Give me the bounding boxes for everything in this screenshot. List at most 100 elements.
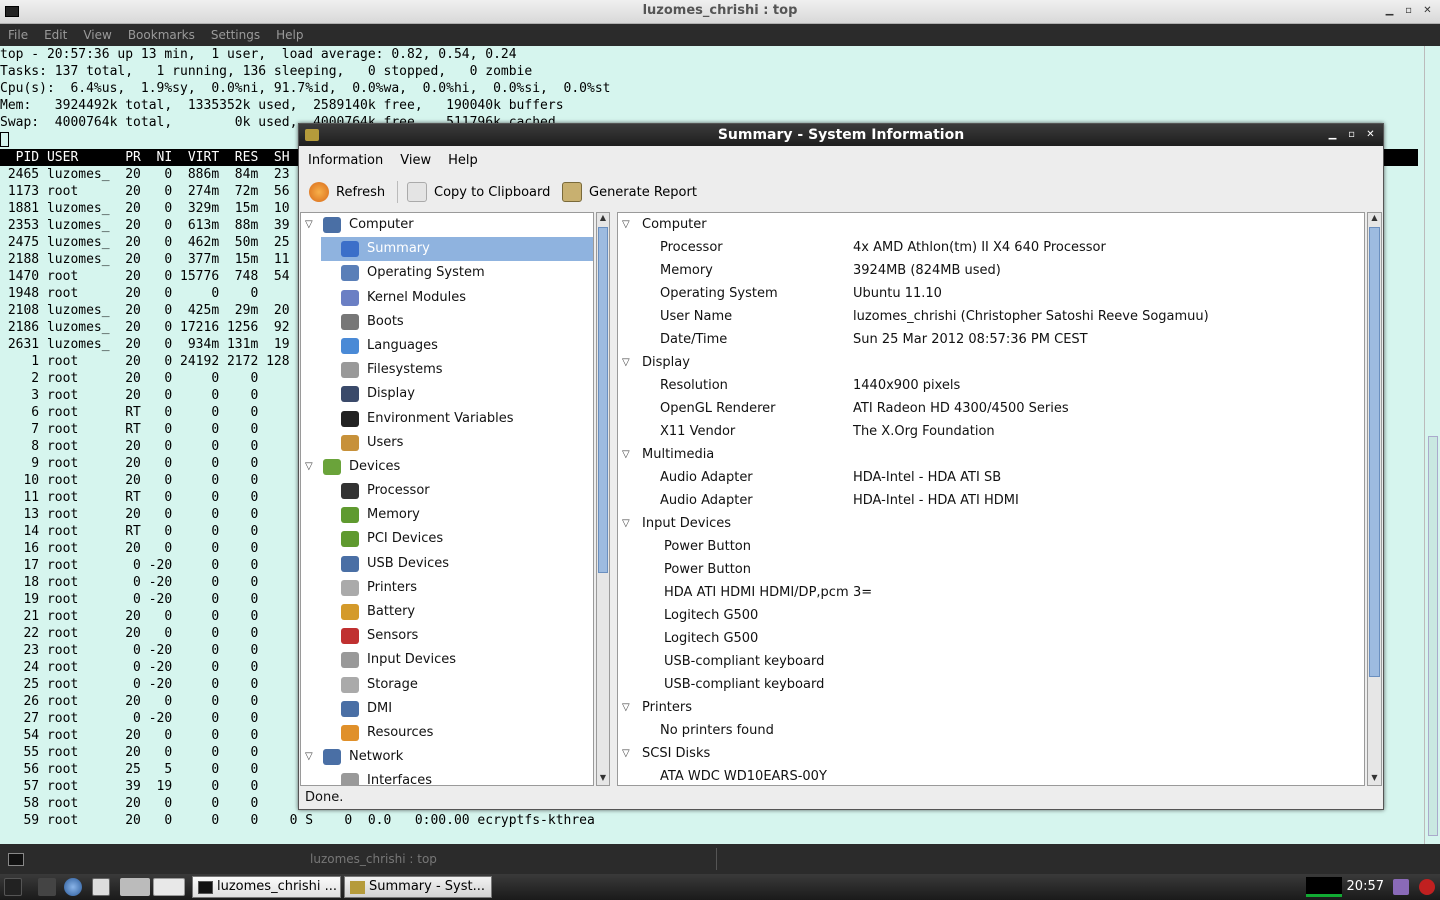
tree-item-input-devices[interactable]: Input Devices	[301, 648, 593, 672]
details-section[interactable]: ▽ Display	[618, 351, 1364, 374]
expand-arrow-icon[interactable]: ▽	[622, 213, 630, 236]
menu-settings[interactable]: Settings	[203, 25, 268, 45]
expand-arrow-icon[interactable]: ▽	[305, 745, 313, 769]
details-row[interactable]: USB-compliant keyboard	[618, 650, 1364, 673]
details-row[interactable]: Logitech G500	[618, 604, 1364, 627]
new-tab-icon[interactable]	[8, 853, 24, 866]
menu-bookmarks[interactable]: Bookmarks	[120, 25, 203, 45]
details-section[interactable]: ▽ Input Devices	[618, 512, 1364, 535]
minimize-icon[interactable]: ▁	[1326, 128, 1339, 142]
tree-scrollbar[interactable]: ▲ ▼	[596, 212, 610, 786]
details-row[interactable]: Audio Adapter HDA-Intel - HDA ATI SB	[618, 466, 1364, 489]
details-row[interactable]: USB-compliant keyboard	[618, 673, 1364, 696]
tree-item-languages[interactable]: Languages	[301, 334, 593, 358]
tree-item-computer[interactable]: ▽ Computer	[301, 213, 593, 237]
details-section[interactable]: ▽ Multimedia	[618, 443, 1364, 466]
details-row[interactable]: Processor 4x AMD Athlon(tm) II X4 640 Pro…	[618, 236, 1364, 259]
generate-report-button[interactable]: Generate Report	[562, 180, 697, 204]
details-row[interactable]: HDA ATI HDMI HDMI/DP,pcm 3=	[618, 581, 1364, 604]
close-icon[interactable]: ✕	[1421, 4, 1434, 18]
details-row[interactable]: Resolution 1440x900 pixels	[618, 374, 1364, 397]
expand-arrow-icon[interactable]: ▽	[622, 351, 630, 374]
maximize-icon[interactable]: ▫	[1402, 4, 1415, 18]
menu-view[interactable]: View	[391, 148, 439, 168]
tree-item-boots[interactable]: Boots	[301, 310, 593, 334]
menu-help[interactable]: Help	[268, 25, 311, 45]
details-row[interactable]: User Name luzomes_chrishi (Christopher Sa…	[618, 305, 1364, 328]
system-info-titlebar[interactable]: Summary - System Information ▁ ▫ ✕	[299, 124, 1383, 146]
details-row[interactable]: X11 Vendor The X.Org Foundation	[618, 420, 1364, 443]
category-tree[interactable]: ▽ Computer Summary Operating System Kernel M…	[300, 212, 594, 786]
tree-item-processor[interactable]: Processor	[301, 479, 593, 503]
user-icon[interactable]	[1393, 879, 1409, 895]
tree-item-usb-devices[interactable]: USB Devices	[301, 552, 593, 576]
details-row[interactable]: OpenGL Renderer ATI Radeon HD 4300/4500 S…	[618, 397, 1364, 420]
details-row[interactable]: Power Button	[618, 535, 1364, 558]
terminal-scroll-thumb[interactable]	[1428, 436, 1438, 836]
scroll-up-icon[interactable]: ▲	[1368, 213, 1381, 225]
tree-item-resources[interactable]: Resources	[301, 721, 593, 745]
menu-edit[interactable]: Edit	[36, 25, 75, 45]
details-row[interactable]: ATA WDC WD10EARS-00Y	[618, 765, 1364, 785]
expand-arrow-icon[interactable]: ▽	[305, 455, 313, 479]
details-row[interactable]: No printers found	[618, 719, 1364, 742]
details-panel[interactable]: ▽ Computer Processor 4x AMD Athlon(tm) II X…	[617, 212, 1365, 786]
tree-item-pci-devices[interactable]: PCI Devices	[301, 527, 593, 551]
clock[interactable]: 20:57	[1347, 879, 1384, 894]
details-scrollbar[interactable]: ▲ ▼	[1367, 212, 1382, 786]
terminal-tab-label[interactable]: luzomes_chrishi : top	[310, 852, 437, 866]
menu-help[interactable]: Help	[439, 148, 486, 168]
close-icon[interactable]: ✕	[1364, 128, 1377, 142]
cpu-monitor[interactable]	[1306, 877, 1342, 897]
details-row[interactable]: Operating System Ubuntu 11.10	[618, 282, 1364, 305]
tree-item-sensors[interactable]: Sensors	[301, 624, 593, 648]
details-row[interactable]: Date/Time Sun 25 Mar 2012 08:57:36 PM CES…	[618, 328, 1364, 351]
details-row[interactable]: Memory 3924MB (824MB used)	[618, 259, 1364, 282]
tree-item-battery[interactable]: Battery	[301, 600, 593, 624]
tree-item-dmi[interactable]: DMI	[301, 697, 593, 721]
tree-item-kernel-modules[interactable]: Kernel Modules	[301, 286, 593, 310]
tree-item-devices[interactable]: ▽ Devices	[301, 455, 593, 479]
maximize-icon[interactable]: ▫	[1345, 128, 1358, 142]
menu-information[interactable]: Information	[299, 148, 391, 168]
browser-icon[interactable]	[64, 878, 82, 896]
details-row[interactable]: Logitech G500	[618, 627, 1364, 650]
tree-item-interfaces[interactable]: Interfaces	[301, 769, 593, 785]
details-row[interactable]: Audio Adapter HDA-Intel - HDA ATI HDMI	[618, 489, 1364, 512]
tree-item-memory[interactable]: Memory	[301, 503, 593, 527]
tree-item-network[interactable]: ▽ Network	[301, 745, 593, 769]
copy-to-clipboard-button[interactable]: Copy to Clipboard	[407, 180, 550, 204]
tree-item-filesystems[interactable]: Filesystems	[301, 358, 593, 382]
menu-file[interactable]: File	[0, 25, 36, 45]
expand-arrow-icon[interactable]: ▽	[622, 742, 630, 765]
expand-arrow-icon[interactable]: ▽	[305, 213, 313, 237]
scroll-down-icon[interactable]: ▼	[1368, 773, 1381, 785]
tree-item-printers[interactable]: Printers	[301, 576, 593, 600]
tree-item-display[interactable]: Display	[301, 382, 593, 406]
terminal-scrollbar[interactable]	[1424, 46, 1440, 844]
scroll-down-icon[interactable]: ▼	[597, 773, 609, 785]
power-icon[interactable]	[1419, 879, 1435, 895]
start-menu-icon[interactable]	[4, 878, 22, 896]
details-section[interactable]: ▽ Computer	[618, 213, 1364, 236]
task-system-info[interactable]: Summary - Syst...	[344, 876, 492, 898]
system-info-window[interactable]: Summary - System Information ▁ ▫ ✕ Infor…	[298, 123, 1384, 810]
details-section[interactable]: ▽ SCSI Disks	[618, 742, 1364, 765]
minimize-icon[interactable]: ▁	[1383, 4, 1396, 18]
terminal-titlebar[interactable]: luzomes_chrishi : top ▁ ▫ ✕	[0, 0, 1440, 24]
scroll-up-icon[interactable]: ▲	[597, 213, 609, 225]
details-row[interactable]: Power Button	[618, 558, 1364, 581]
expand-arrow-icon[interactable]: ▽	[622, 696, 630, 719]
window-list-icon[interactable]	[92, 878, 110, 896]
expand-arrow-icon[interactable]: ▽	[622, 512, 630, 535]
tree-item-operating-system[interactable]: Operating System	[301, 261, 593, 285]
details-scroll-thumb[interactable]	[1369, 227, 1380, 677]
show-desktop-icon[interactable]	[38, 878, 56, 896]
workspace-1[interactable]	[120, 878, 150, 896]
tree-item-users[interactable]: Users	[301, 431, 593, 455]
details-section[interactable]: ▽ Printers	[618, 696, 1364, 719]
tree-item-summary[interactable]: Summary	[321, 237, 593, 262]
task-terminal[interactable]: luzomes_chrishi ...	[192, 876, 341, 898]
menu-view[interactable]: View	[75, 25, 119, 45]
workspace-2[interactable]	[153, 878, 185, 896]
